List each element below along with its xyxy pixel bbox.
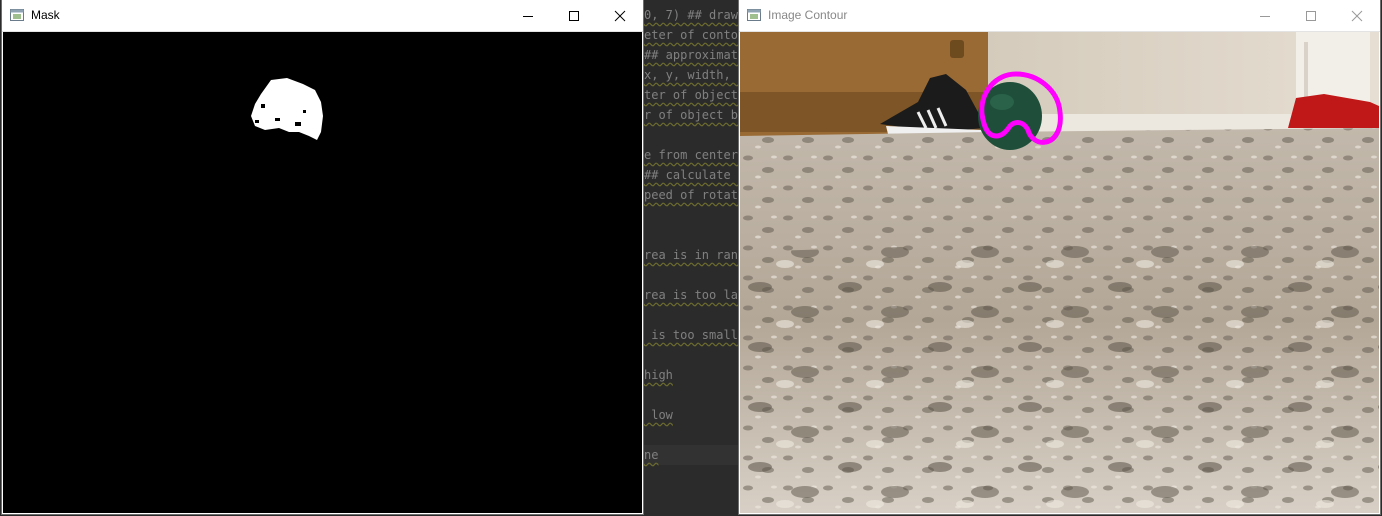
minimize-button[interactable] — [505, 0, 551, 31]
close-button[interactable] — [597, 0, 643, 31]
camera-image — [740, 32, 1379, 513]
code-line: is too small — [644, 328, 738, 342]
image-contour-window[interactable]: Image Contour — [739, 0, 1380, 514]
code-line: r of object bo — [644, 108, 742, 122]
minimize-icon — [523, 16, 533, 17]
code-line: e from center — [644, 148, 738, 162]
code-line: ## calculate a — [644, 168, 742, 182]
close-button[interactable] — [1334, 0, 1380, 31]
app-window-icon — [10, 9, 24, 21]
close-icon — [614, 10, 626, 22]
code-line: x, y, width, a — [644, 68, 742, 82]
maximize-button[interactable] — [551, 0, 597, 31]
code-line: ## approximate — [644, 48, 742, 62]
app-window-icon — [747, 9, 761, 21]
code-line: low — [644, 408, 673, 422]
code-editor-background: 0, 7) ## draw eter of contou ## approxim… — [640, 0, 742, 516]
maximize-button[interactable] — [1288, 0, 1334, 31]
camera-scene — [740, 32, 1379, 513]
maximize-icon — [1306, 11, 1316, 21]
code-line: ne — [644, 448, 659, 462]
code-line: eter of contou — [644, 28, 742, 42]
code-line: peed of rotatio — [644, 188, 742, 202]
contour-window-title: Image Contour — [768, 8, 848, 22]
code-line: ter of object — [644, 88, 738, 102]
code-line: high — [644, 368, 673, 382]
close-icon — [1351, 10, 1363, 22]
code-line: rea is too lar — [644, 288, 742, 302]
mask-image — [3, 32, 642, 513]
code-line: 0, 7) ## draw — [644, 8, 738, 22]
minimize-button[interactable] — [1242, 0, 1288, 31]
contour-title-bar[interactable]: Image Contour — [739, 0, 1380, 32]
mask-title-bar[interactable]: Mask — [2, 0, 643, 32]
mask-window-title: Mask — [31, 8, 60, 22]
maximize-icon — [569, 11, 579, 21]
mask-blob — [251, 78, 323, 140]
minimize-icon — [1260, 16, 1270, 17]
mask-window[interactable]: Mask — [2, 0, 643, 514]
code-line: rea is in range — [644, 248, 742, 262]
